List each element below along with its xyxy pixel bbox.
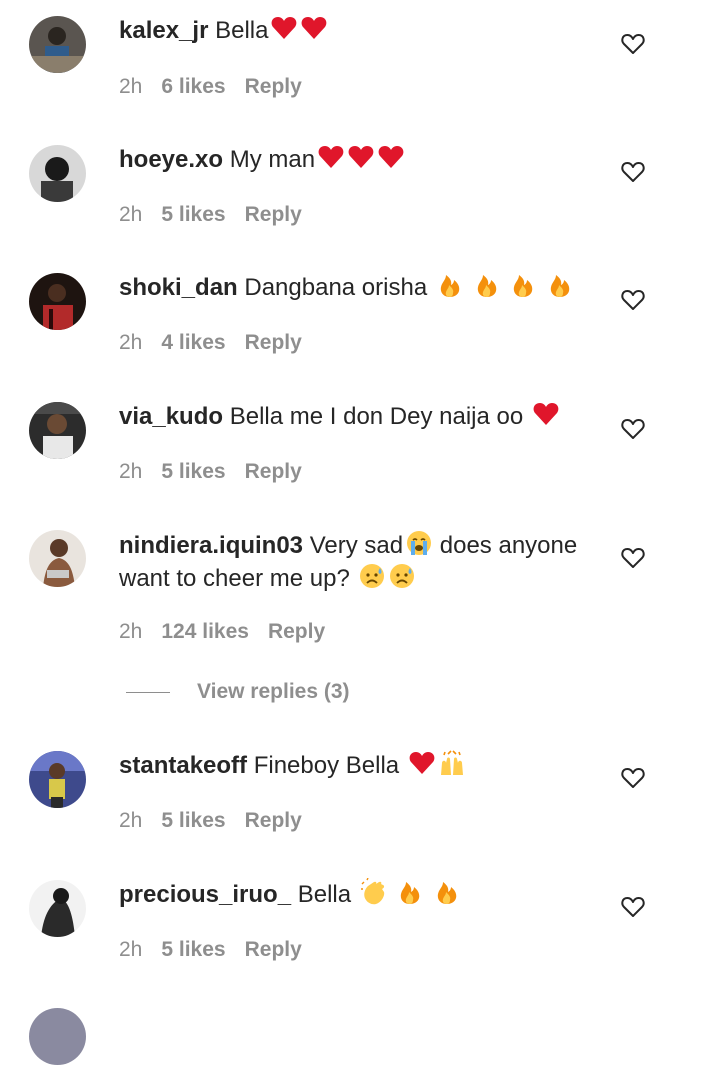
avatar[interactable] xyxy=(29,530,86,587)
view-replies-label[interactable]: View replies (3) xyxy=(197,680,350,703)
comment-time: 2h xyxy=(119,331,143,354)
comment-time: 2h xyxy=(119,75,143,98)
fire-emoji-icon xyxy=(433,878,461,906)
comment-username[interactable]: hoeye.xo xyxy=(119,146,223,173)
comment-text: kalex_jr Bella xyxy=(119,14,604,47)
comment-time: 2h xyxy=(119,460,143,483)
comment-body: Fineboy Bella xyxy=(253,752,400,779)
avatar[interactable] xyxy=(29,751,86,808)
reply-button[interactable]: Reply xyxy=(245,330,302,356)
comment-username[interactable]: kalex_jr xyxy=(119,17,208,44)
like-heart-icon[interactable] xyxy=(620,159,646,185)
fire-emoji-icon xyxy=(546,271,574,299)
avatar[interactable] xyxy=(29,402,86,459)
comment-body: Bella me I don Dey naija oo xyxy=(229,403,524,430)
avatar[interactable] xyxy=(29,1008,86,1065)
reply-button[interactable]: Reply xyxy=(245,808,302,834)
avatar[interactable] xyxy=(29,145,86,202)
reply-button[interactable]: Reply xyxy=(245,74,302,100)
comment-text: hoeye.xo My man xyxy=(119,143,604,176)
comment-body: Very sad xyxy=(309,532,404,559)
comment-likes[interactable]: 5 likes xyxy=(161,937,225,963)
comment-username[interactable]: via_kudo xyxy=(119,403,223,430)
reply-button[interactable]: Reply xyxy=(268,619,325,645)
comment-meta: 2h 124 likes Reply xyxy=(119,619,344,645)
comment-body: Bella xyxy=(297,881,352,908)
comment-text: shoki_dan Dangbana orisha xyxy=(119,271,604,304)
fire-emoji-icon xyxy=(509,271,537,299)
avatar[interactable] xyxy=(29,16,86,73)
crying-face-emoji-icon xyxy=(405,529,433,557)
fire-emoji-icon xyxy=(396,878,424,906)
comment-meta: 2h 5 likes Reply xyxy=(119,937,321,963)
avatar[interactable] xyxy=(29,880,86,937)
comment-text: nindiera.iquin03 Very sad does anyone wa… xyxy=(119,529,604,595)
comment-likes[interactable]: 5 likes xyxy=(161,202,225,228)
raising-hands-emoji-icon xyxy=(438,749,466,777)
comment-likes[interactable]: 5 likes xyxy=(161,459,225,485)
comment-username[interactable]: precious_iruo_ xyxy=(119,881,291,908)
comment-text: stantakeoff Fineboy Bella xyxy=(119,749,604,782)
heart-emoji-icon xyxy=(408,749,436,777)
comment-likes[interactable]: 124 likes xyxy=(161,619,249,645)
fire-emoji-icon xyxy=(473,271,501,299)
comment-time: 2h xyxy=(119,203,143,226)
heart-emoji-icon xyxy=(270,14,298,42)
comment-time: 2h xyxy=(119,620,143,643)
sad-sweat-face-emoji-icon xyxy=(358,562,386,590)
comment-meta: 2h 4 likes Reply xyxy=(119,330,321,356)
heart-emoji-icon xyxy=(377,143,405,171)
like-heart-icon[interactable] xyxy=(620,894,646,920)
reply-button[interactable]: Reply xyxy=(245,937,302,963)
comment-username[interactable]: shoki_dan xyxy=(119,274,238,301)
fire-emoji-icon xyxy=(436,271,464,299)
comment-meta: 2h 5 likes Reply xyxy=(119,459,321,485)
comment-text: via_kudo Bella me I don Dey naija oo xyxy=(119,400,604,433)
comment-meta: 2h 5 likes Reply xyxy=(119,808,321,834)
comment-likes[interactable]: 6 likes xyxy=(161,74,225,100)
comment-likes[interactable]: 4 likes xyxy=(161,330,225,356)
heart-emoji-icon xyxy=(347,143,375,171)
comment-time: 2h xyxy=(119,938,143,961)
sad-sweat-face-emoji-icon xyxy=(388,562,416,590)
comment-meta: 2h 6 likes Reply xyxy=(119,74,321,100)
divider-line xyxy=(126,691,170,693)
comment-body: My man xyxy=(229,146,316,173)
comment-body: Dangbana orisha xyxy=(244,274,428,301)
view-replies-button[interactable]: View replies (3) xyxy=(126,680,350,708)
heart-emoji-icon xyxy=(300,14,328,42)
like-heart-icon[interactable] xyxy=(620,416,646,442)
comment-username[interactable]: nindiera.iquin03 xyxy=(119,532,303,559)
clapping-hands-emoji-icon xyxy=(360,878,388,906)
like-heart-icon[interactable] xyxy=(620,31,646,57)
like-heart-icon[interactable] xyxy=(620,545,646,571)
heart-emoji-icon xyxy=(317,143,345,171)
like-heart-icon[interactable] xyxy=(620,287,646,313)
comment-body: Bella xyxy=(215,17,269,44)
comment-likes[interactable]: 5 likes xyxy=(161,808,225,834)
comment-meta: 2h 5 likes Reply xyxy=(119,202,321,228)
comment-time: 2h xyxy=(119,809,143,832)
reply-button[interactable]: Reply xyxy=(245,459,302,485)
reply-button[interactable]: Reply xyxy=(245,202,302,228)
comment-text: precious_iruo_ Bella xyxy=(119,878,604,911)
heart-emoji-icon xyxy=(532,400,560,428)
comment-username[interactable]: stantakeoff xyxy=(119,752,247,779)
like-heart-icon[interactable] xyxy=(620,765,646,791)
avatar[interactable] xyxy=(29,273,86,330)
